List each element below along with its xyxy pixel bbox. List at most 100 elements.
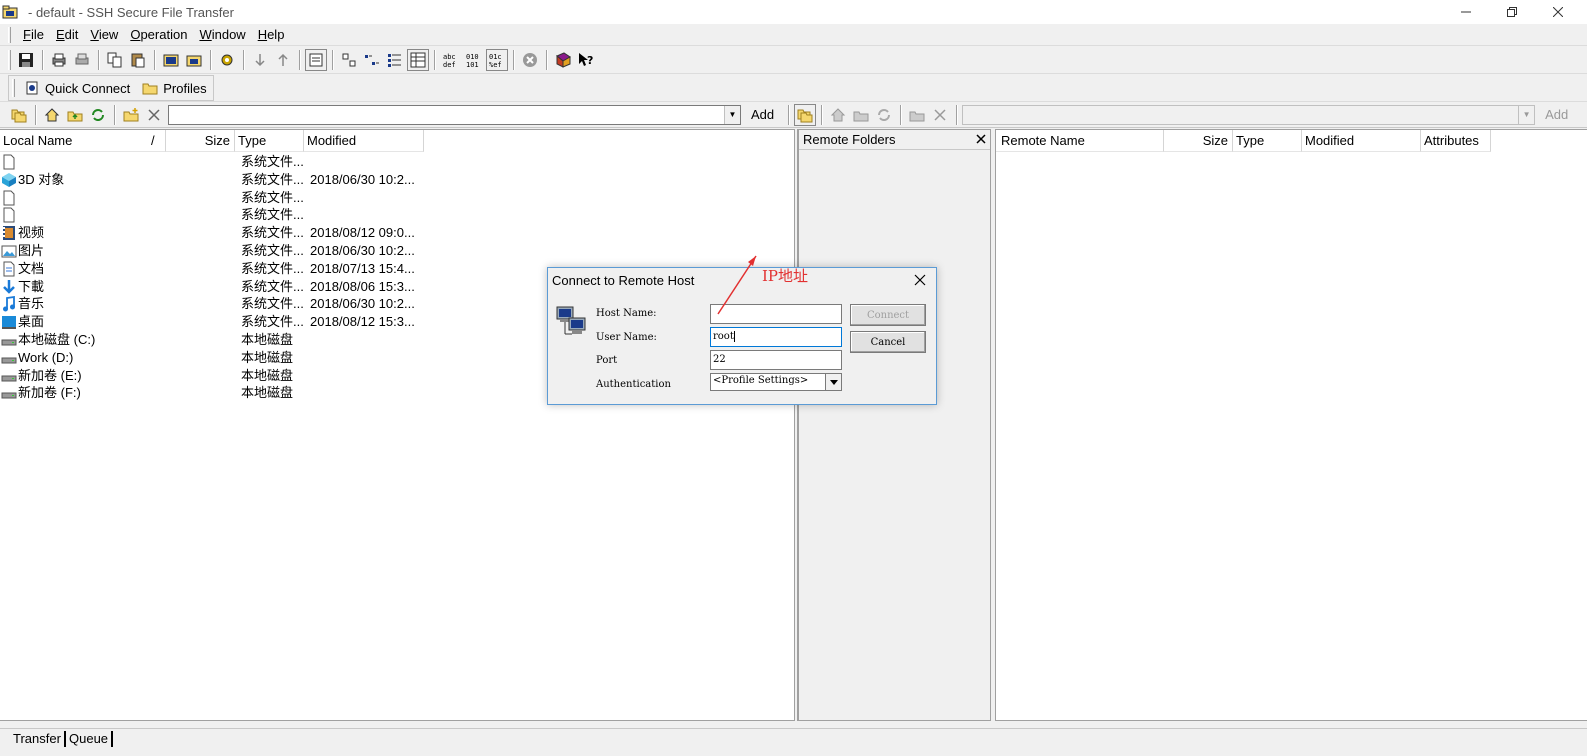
local-delete-button[interactable] xyxy=(143,104,165,126)
remote-size-column-header[interactable]: Size xyxy=(1164,130,1233,152)
remote-parent-folder-button[interactable] xyxy=(850,104,872,126)
binary-mode-button[interactable]: 010 101 xyxy=(463,49,485,71)
music-icon xyxy=(1,296,17,312)
remote-file-list[interactable]: Remote Name Size Type Modified Attribute… xyxy=(995,129,1587,721)
remote-name-column-header[interactable]: Remote Name xyxy=(996,130,1164,152)
print-button[interactable] xyxy=(48,49,70,71)
drive-icon xyxy=(1,350,17,366)
upload-button[interactable] xyxy=(272,49,294,71)
local-new-folder-button[interactable] xyxy=(120,104,142,126)
remote-attributes-column-header[interactable]: Attributes xyxy=(1421,130,1491,152)
authentication-select[interactable]: <Profile Settings> xyxy=(710,373,842,391)
profiles-button[interactable]: Profiles xyxy=(136,76,212,100)
chevron-down-icon[interactable]: ▼ xyxy=(1518,105,1535,124)
dialog-title: Connect to Remote Host xyxy=(552,273,695,288)
local-home-button[interactable] xyxy=(41,104,63,126)
remote-refresh-button[interactable] xyxy=(873,104,895,126)
file-type: 本地磁盘 xyxy=(241,332,294,347)
binary-icon: 010101 xyxy=(466,53,479,68)
table-row[interactable]: 系统文件... xyxy=(0,153,790,171)
table-row[interactable]: 系统文件... xyxy=(0,189,790,207)
copy-button[interactable] xyxy=(104,49,126,71)
new-folder-icon xyxy=(123,107,139,121)
file-modified: 2018/06/30 10:2... xyxy=(310,243,415,258)
file-type: 系统文件... xyxy=(241,296,304,312)
cancel-button[interactable]: Cancel xyxy=(850,331,926,353)
local-file-list[interactable]: Local Name / Size Type Modified 系统文件... 3D… xyxy=(0,129,795,721)
table-row[interactable]: 图片 系统文件... 2018/06/30 10:2... xyxy=(0,242,790,260)
new-window-button[interactable] xyxy=(160,49,182,71)
local-modified-column-header[interactable]: Modified xyxy=(304,130,424,152)
chevron-down-icon[interactable] xyxy=(825,374,841,390)
file-modified: 2018/08/12 09:0... xyxy=(310,225,415,241)
help-topics-button[interactable] xyxy=(552,49,574,71)
details-view-button[interactable] xyxy=(407,49,429,71)
local-size-column-header[interactable]: Size xyxy=(166,130,235,152)
local-type-column-header[interactable]: Type xyxy=(235,130,304,152)
port-input[interactable]: 22 xyxy=(710,350,842,370)
remote-delete-button[interactable] xyxy=(929,104,951,126)
context-help-button[interactable]: ? xyxy=(575,49,597,71)
remote-folders-header: Remote Folders xyxy=(799,130,990,150)
close-icon[interactable] xyxy=(976,134,986,144)
remote-folders-toggle-button[interactable] xyxy=(794,103,817,126)
local-name-column-header[interactable]: Local Name / xyxy=(0,130,166,152)
quick-connect-button[interactable]: Quick Connect xyxy=(18,76,136,100)
file-properties-button[interactable] xyxy=(305,49,327,71)
table-row[interactable]: 视频 系统文件... 2018/08/12 09:0... xyxy=(0,224,790,242)
stop-button[interactable] xyxy=(519,49,541,71)
app-folder-icon xyxy=(2,5,18,19)
blank-file-icon xyxy=(1,190,17,206)
settings-button[interactable] xyxy=(216,49,238,71)
queue-tab[interactable]: Queue xyxy=(66,731,114,747)
remote-modified-column-header[interactable]: Modified xyxy=(1302,130,1421,152)
remote-new-folder-button[interactable] xyxy=(906,104,928,126)
menu-view[interactable]: View xyxy=(84,27,124,42)
large-icons-icon xyxy=(342,53,356,67)
restore-button[interactable] xyxy=(1489,0,1535,24)
folders-icon xyxy=(797,109,813,122)
table-row[interactable]: 3D 对象 系统文件... 2018/06/30 10:2... xyxy=(0,171,790,189)
connect-button[interactable]: Connect xyxy=(850,304,926,326)
paste-button[interactable] xyxy=(127,49,149,71)
transfer-tab[interactable]: Transfer xyxy=(10,731,66,747)
remote-folders-pane[interactable]: Remote Folders xyxy=(798,129,991,721)
remote-type-column-header[interactable]: Type xyxy=(1233,130,1302,152)
menu-edit[interactable]: Edit xyxy=(50,27,84,42)
port-label: Port xyxy=(596,355,618,366)
remote-home-button[interactable] xyxy=(827,104,849,126)
local-path-combo[interactable]: ▼ xyxy=(168,104,741,125)
local-folders-toggle-button[interactable] xyxy=(8,104,30,126)
close-icon[interactable] xyxy=(912,272,928,288)
small-icons-button[interactable] xyxy=(361,49,383,71)
save-button[interactable] xyxy=(15,49,37,71)
menu-window[interactable]: Window xyxy=(193,27,251,42)
remote-path-combo[interactable]: ▼ xyxy=(962,104,1536,125)
download-button[interactable] xyxy=(249,49,271,71)
new-file-transfer-button[interactable] xyxy=(183,49,205,71)
list-icon xyxy=(388,54,401,67)
auto-mode-button[interactable]: 01c %ef xyxy=(486,49,508,71)
file-name: 音乐 xyxy=(18,296,45,312)
chevron-down-icon[interactable]: ▼ xyxy=(724,105,740,124)
file-type: 系统文件... xyxy=(241,154,304,169)
local-add-button[interactable]: Add xyxy=(741,107,784,122)
close-window-button[interactable] xyxy=(1535,0,1581,24)
delete-icon xyxy=(148,108,160,121)
ip-annotation-label: IP地址 xyxy=(762,267,809,285)
local-refresh-button[interactable] xyxy=(87,104,109,126)
table-row[interactable]: 系统文件... xyxy=(0,206,790,224)
minimize-button[interactable] xyxy=(1443,0,1489,24)
large-icons-button[interactable] xyxy=(338,49,360,71)
menu-operation[interactable]: Operation xyxy=(124,27,193,42)
file-type: 系统文件... xyxy=(241,260,304,276)
remote-add-button[interactable]: Add xyxy=(1535,107,1578,122)
local-parent-folder-button[interactable] xyxy=(64,104,86,126)
folder-up-icon xyxy=(853,111,869,121)
ascii-mode-button[interactable]: abc def xyxy=(440,49,462,71)
menu-help[interactable]: Help xyxy=(252,27,291,42)
menu-file[interactable]: File xyxy=(17,27,50,42)
user-name-input[interactable]: root xyxy=(710,327,842,347)
print-setup-button[interactable] xyxy=(71,49,93,71)
list-view-button[interactable] xyxy=(384,49,406,71)
